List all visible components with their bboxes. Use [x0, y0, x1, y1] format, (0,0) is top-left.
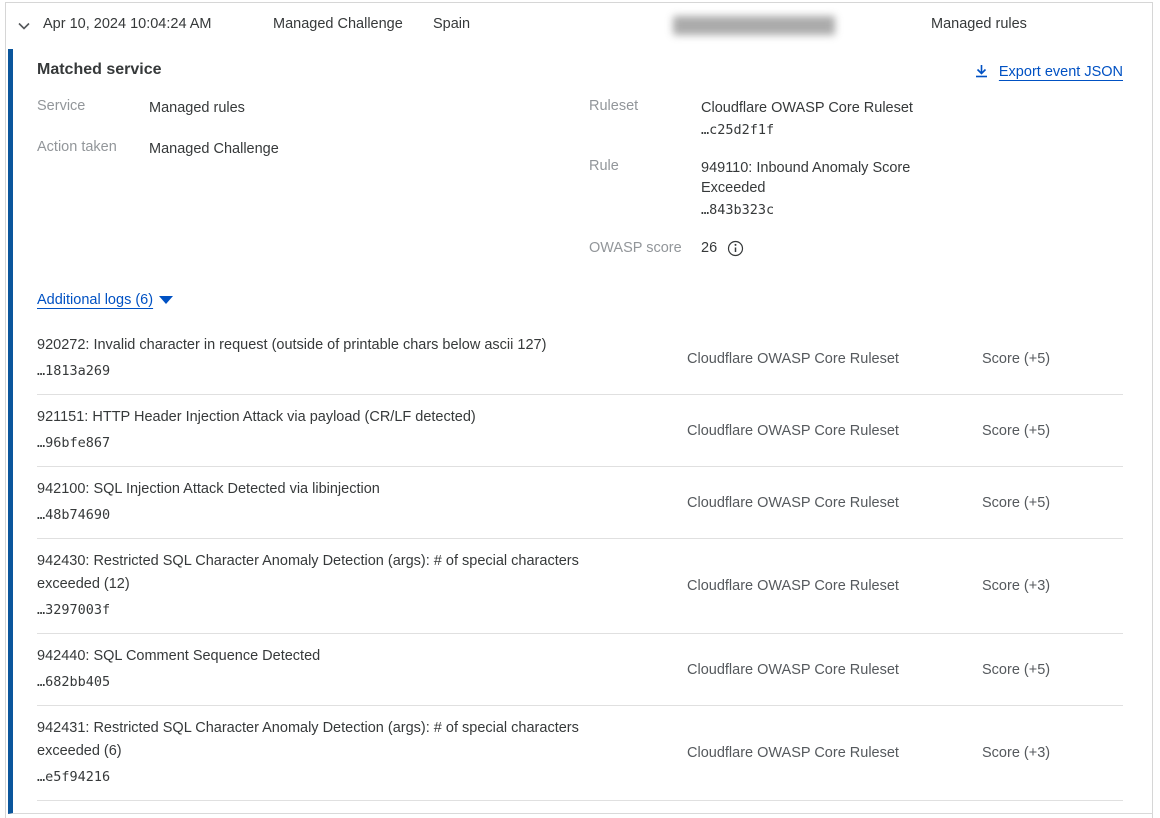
log-ruleset: Cloudflare OWASP Core Ruleset [655, 495, 977, 511]
ruleset-name: Cloudflare OWASP Core Ruleset [701, 98, 947, 118]
log-title: 921151: HTTP Header Injection Attack via… [37, 406, 637, 429]
detail-fields-right: Ruleset Cloudflare OWASP Core Ruleset …c… [589, 98, 1123, 274]
field-service: Service Managed rules [37, 98, 589, 118]
info-icon[interactable] [727, 240, 744, 257]
event-summary-row[interactable]: Apr 10, 2024 10:04:24 AM Managed Challen… [6, 3, 1152, 49]
export-event-json-link[interactable]: Export event JSON [973, 63, 1123, 80]
log-ruleset: Cloudflare OWASP Core Ruleset [655, 578, 977, 594]
additional-logs-list: 920272: Invalid character in request (ou… [37, 323, 1123, 801]
owasp-score-value: 26 [701, 238, 717, 258]
log-ruleset: Cloudflare OWASP Core Ruleset [655, 351, 977, 367]
rule-name: 949110: Inbound Anomaly Score Exceeded [701, 158, 947, 198]
field-label: Ruleset [589, 98, 701, 142]
firewall-events-panel: Apr 10, 2024 10:04:24 AM Managed Challen… [5, 2, 1153, 818]
log-score: Score (+5) [977, 495, 1123, 511]
event-timestamp: Apr 10, 2024 10:04:24 AM [43, 16, 212, 32]
log-row: 942100: SQL Injection Attack Detected vi… [37, 467, 1123, 539]
event-detail-panel: Matched service Export event JSON Servic… [8, 49, 1153, 814]
field-label: Rule [589, 158, 701, 222]
log-title: 942100: SQL Injection Attack Detected vi… [37, 478, 637, 501]
log-title: 942430: Restricted SQL Character Anomaly… [37, 550, 637, 596]
additional-logs-label: Additional logs (6) [37, 292, 153, 308]
field-value: Managed Challenge [149, 139, 279, 159]
log-title: 942440: SQL Comment Sequence Detected [37, 645, 637, 668]
chevron-down-icon[interactable] [15, 17, 33, 35]
event-action: Managed Challenge [273, 16, 403, 32]
ruleset-hash: …c25d2f1f [701, 118, 947, 142]
log-score: Score (+5) [977, 351, 1123, 367]
event-country: Spain [433, 16, 470, 32]
field-action-taken: Action taken Managed Challenge [37, 139, 589, 159]
log-hash: …96bfe867 [37, 431, 655, 455]
field-owasp-score: OWASP score 26 [589, 238, 1123, 258]
log-hash: …3297003f [37, 598, 655, 622]
field-rule: Rule 949110: Inbound Anomaly Score Excee… [589, 158, 1123, 222]
export-label: Export event JSON [999, 64, 1123, 80]
log-score: Score (+5) [977, 662, 1123, 678]
field-ruleset: Ruleset Cloudflare OWASP Core Ruleset …c… [589, 98, 1123, 142]
log-hash: …682bb405 [37, 670, 655, 694]
log-row: 920272: Invalid character in request (ou… [37, 323, 1123, 395]
field-label: Service [37, 98, 149, 118]
log-row: 942430: Restricted SQL Character Anomaly… [37, 539, 1123, 634]
download-icon [973, 63, 990, 80]
log-ruleset: Cloudflare OWASP Core Ruleset [655, 662, 977, 678]
log-row: 921151: HTTP Header Injection Attack via… [37, 395, 1123, 467]
log-score: Score (+3) [977, 745, 1123, 761]
log-title: 942431: Restricted SQL Character Anomaly… [37, 717, 637, 763]
log-row: 942440: SQL Comment Sequence Detected …6… [37, 634, 1123, 706]
log-hash: …e5f94216 [37, 765, 655, 789]
log-ruleset: Cloudflare OWASP Core Ruleset [655, 745, 977, 761]
redacted-host-value [673, 16, 835, 35]
field-label: Action taken [37, 139, 149, 159]
rule-hash: …843b323c [701, 198, 947, 222]
log-ruleset: Cloudflare OWASP Core Ruleset [655, 423, 977, 439]
additional-logs-toggle[interactable]: Additional logs (6) [37, 292, 173, 308]
event-service: Managed rules [931, 16, 1027, 32]
log-row: 942431: Restricted SQL Character Anomaly… [37, 706, 1123, 801]
log-hash: …48b74690 [37, 503, 655, 527]
matched-service-heading: Matched service [37, 61, 162, 79]
log-score: Score (+5) [977, 423, 1123, 439]
caret-down-icon [159, 296, 173, 304]
log-hash: …1813a269 [37, 359, 655, 383]
log-title: 920272: Invalid character in request (ou… [37, 334, 637, 357]
log-score: Score (+3) [977, 578, 1123, 594]
field-label: OWASP score [589, 240, 701, 256]
detail-fields-left: Service Managed rules Action taken Manag… [37, 98, 589, 274]
field-value: Managed rules [149, 98, 245, 118]
